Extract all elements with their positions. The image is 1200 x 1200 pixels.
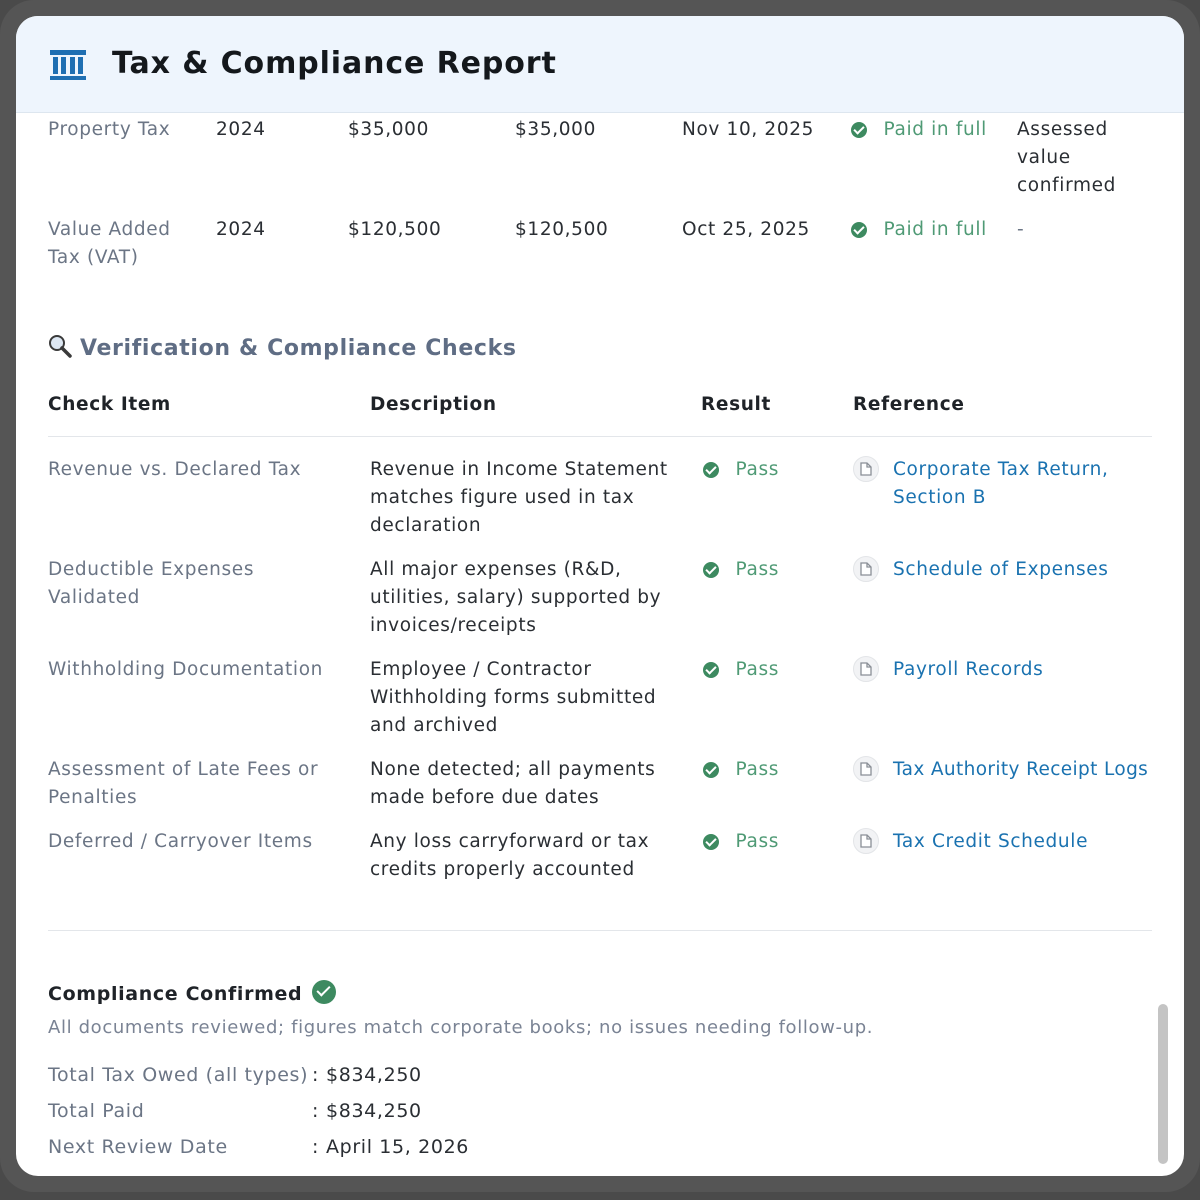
check-item: Deferred / Carryover Items — [48, 831, 313, 852]
col-header-check-item: Check Item — [48, 394, 171, 415]
summary-label: Total Tax Owed (all types) — [48, 1064, 309, 1086]
check-circle-icon — [703, 762, 719, 778]
tax-status-label: Paid in full — [883, 219, 987, 240]
summary-note: All documents reviewed; figures match co… — [48, 1017, 874, 1038]
check-description: None detected; all payments made before … — [370, 759, 656, 808]
check-description: Any loss carryforward or tax credits pro… — [370, 831, 650, 880]
tax-owed: $35,000 — [348, 119, 429, 140]
summary-value: $834,250 — [326, 1064, 422, 1086]
check-circle-icon — [703, 662, 719, 678]
tax-status: Paid in full — [851, 116, 987, 144]
check-result-label: Pass — [735, 559, 780, 580]
page-title: Tax & Compliance Report — [112, 46, 557, 81]
check-item: Assessment of Late Fees or Penalties — [48, 759, 319, 808]
section-title: Verification & Compliance Checks — [48, 334, 517, 364]
check-circle-icon — [851, 222, 867, 238]
check-circle-icon — [312, 980, 337, 1004]
summary-label: Next Review Date — [48, 1136, 228, 1158]
check-description: All major expenses (R&D, utilities, sala… — [370, 559, 662, 636]
tax-paid: $35,000 — [515, 119, 596, 140]
check-result: Pass — [703, 656, 779, 684]
check-circle-icon — [703, 462, 719, 478]
summary-title-text: Compliance Confirmed — [48, 983, 303, 1005]
reference-link[interactable]: Payroll Records — [893, 656, 1148, 684]
tax-year: 2024 — [216, 219, 266, 240]
tax-type: Value Added Tax (VAT) — [48, 219, 171, 268]
report-header: Tax & Compliance Report — [16, 16, 1184, 113]
summary-title: Compliance Confirmed — [48, 980, 337, 1005]
document-icon — [853, 828, 879, 854]
section-title-text: Verification & Compliance Checks — [80, 336, 517, 361]
col-header-result: Result — [701, 394, 771, 415]
check-result-label: Pass — [735, 459, 780, 480]
tax-note: Assessed value confirmed — [1017, 119, 1117, 196]
document-icon — [853, 456, 879, 482]
reference-link[interactable]: Schedule of Expenses — [893, 556, 1148, 584]
summary-separator: : — [312, 1064, 320, 1086]
col-header-reference: Reference — [853, 394, 965, 415]
check-item: Withholding Documentation — [48, 659, 324, 680]
check-item: Revenue vs. Declared Tax — [48, 459, 302, 480]
document-icon — [853, 656, 879, 682]
check-result: Pass — [703, 828, 779, 856]
check-result: Pass — [703, 556, 779, 584]
check-item: Deductible Expenses Validated — [48, 559, 255, 608]
document-icon — [853, 756, 879, 782]
col-header-description: Description — [370, 394, 497, 415]
summary-value: April 15, 2026 — [326, 1136, 470, 1158]
check-circle-icon — [851, 122, 867, 138]
summary-value: $834,250 — [326, 1100, 422, 1122]
check-result: Pass — [703, 756, 779, 784]
magnifier-icon — [48, 334, 72, 364]
tax-status-label: Paid in full — [883, 119, 987, 140]
header-divider — [48, 436, 1152, 437]
scrollbar-thumb[interactable] — [1158, 1004, 1168, 1164]
reference-link[interactable]: Tax Credit Schedule — [893, 828, 1148, 856]
tax-paid-date: Oct 25, 2025 — [682, 219, 810, 240]
document-icon — [853, 556, 879, 582]
summary-divider — [48, 930, 1152, 931]
check-result-label: Pass — [735, 659, 780, 680]
tax-year: 2024 — [216, 119, 266, 140]
tax-status: Paid in full — [851, 216, 987, 244]
check-description: Employee / Contractor Withholding forms … — [370, 659, 657, 736]
tax-owed: $120,500 — [348, 219, 442, 240]
reference-link[interactable]: Corporate Tax Return, Section B — [893, 456, 1143, 512]
tax-type: Property Tax — [48, 119, 171, 140]
check-result-label: Pass — [735, 759, 780, 780]
device-frame: Tax & Compliance Report Property Tax 202… — [0, 0, 1200, 1192]
summary-separator: : — [312, 1136, 320, 1158]
check-description: Revenue in Income Statement matches figu… — [370, 459, 668, 536]
check-result: Pass — [703, 456, 779, 484]
summary-separator: : — [312, 1100, 320, 1122]
reference-link[interactable]: Tax Authority Receipt Logs — [893, 756, 1151, 784]
tax-paid-date: Nov 10, 2025 — [682, 119, 815, 140]
check-result-label: Pass — [735, 831, 780, 852]
tax-note: - — [1017, 219, 1025, 240]
check-circle-icon — [703, 562, 719, 578]
report-window: Tax & Compliance Report Property Tax 202… — [16, 16, 1184, 1176]
check-circle-icon — [703, 834, 719, 850]
tax-paid: $120,500 — [515, 219, 609, 240]
summary-label: Total Paid — [48, 1100, 145, 1122]
bank-icon — [50, 50, 86, 84]
